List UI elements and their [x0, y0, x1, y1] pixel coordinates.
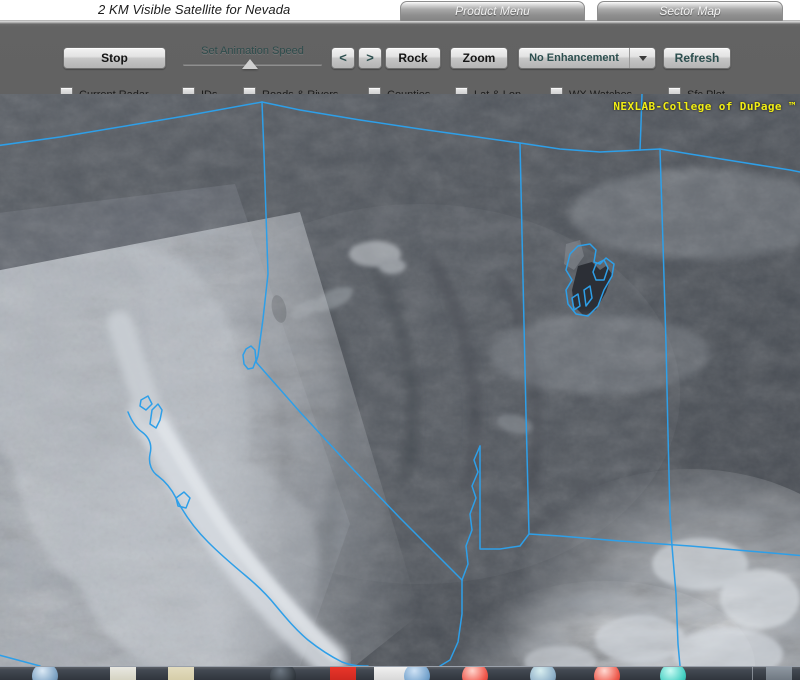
rock-button[interactable]: Rock — [385, 47, 441, 69]
dock-icon-youtube[interactable] — [330, 667, 356, 680]
dock-icon-terminal[interactable] — [270, 667, 296, 680]
enhancement-selected-value: No Enhancement — [529, 52, 619, 64]
dock-icon-app-teal[interactable] — [660, 667, 686, 680]
control-toolbar: Stop Set Animation Speed < > Rock Zoom N… — [0, 21, 800, 101]
nexlab-watermark: NEXLAB-College of DuPage ™ — [613, 100, 796, 113]
tab-product-menu[interactable]: Product Menu — [400, 1, 585, 21]
os-dock[interactable] — [0, 666, 800, 680]
dock-icon-notes[interactable] — [110, 667, 136, 680]
chevron-down-icon[interactable] — [629, 48, 655, 68]
stop-button[interactable]: Stop — [63, 47, 166, 69]
tab-sector-map[interactable]: Sector Map — [597, 1, 783, 21]
dock-icon-trash[interactable] — [766, 667, 792, 680]
dock-icon-app-red-2[interactable] — [594, 667, 620, 680]
satellite-imagery — [0, 94, 800, 666]
satellite-image-canvas[interactable]: NEXLAB-College of DuPage ™ — [0, 94, 800, 666]
dock-icon-finder[interactable] — [32, 667, 58, 680]
page-title: 2 KM Visible Satellite for Nevada — [98, 2, 291, 17]
title-bar: 2 KM Visible Satellite for Nevada Produc… — [0, 0, 800, 21]
refresh-button[interactable]: Refresh — [663, 47, 731, 69]
zoom-button[interactable]: Zoom — [450, 47, 508, 69]
satellite-viewer-window: 2 KM Visible Satellite for Nevada Produc… — [0, 0, 800, 680]
animation-speed-slider[interactable]: Set Animation Speed — [180, 45, 325, 71]
dock-icon-safari[interactable] — [530, 667, 556, 680]
dock-separator — [752, 667, 753, 680]
slider-thumb[interactable] — [242, 59, 258, 69]
animation-speed-label: Set Animation Speed — [201, 45, 304, 57]
dock-icon-app-red[interactable] — [462, 667, 488, 680]
dock-icon-finder-window[interactable] — [168, 667, 194, 680]
next-frame-button[interactable]: > — [358, 47, 382, 69]
previous-frame-button[interactable]: < — [331, 47, 355, 69]
enhancement-dropdown[interactable]: No Enhancement — [518, 47, 656, 69]
dock-icon-mail[interactable] — [404, 667, 430, 680]
